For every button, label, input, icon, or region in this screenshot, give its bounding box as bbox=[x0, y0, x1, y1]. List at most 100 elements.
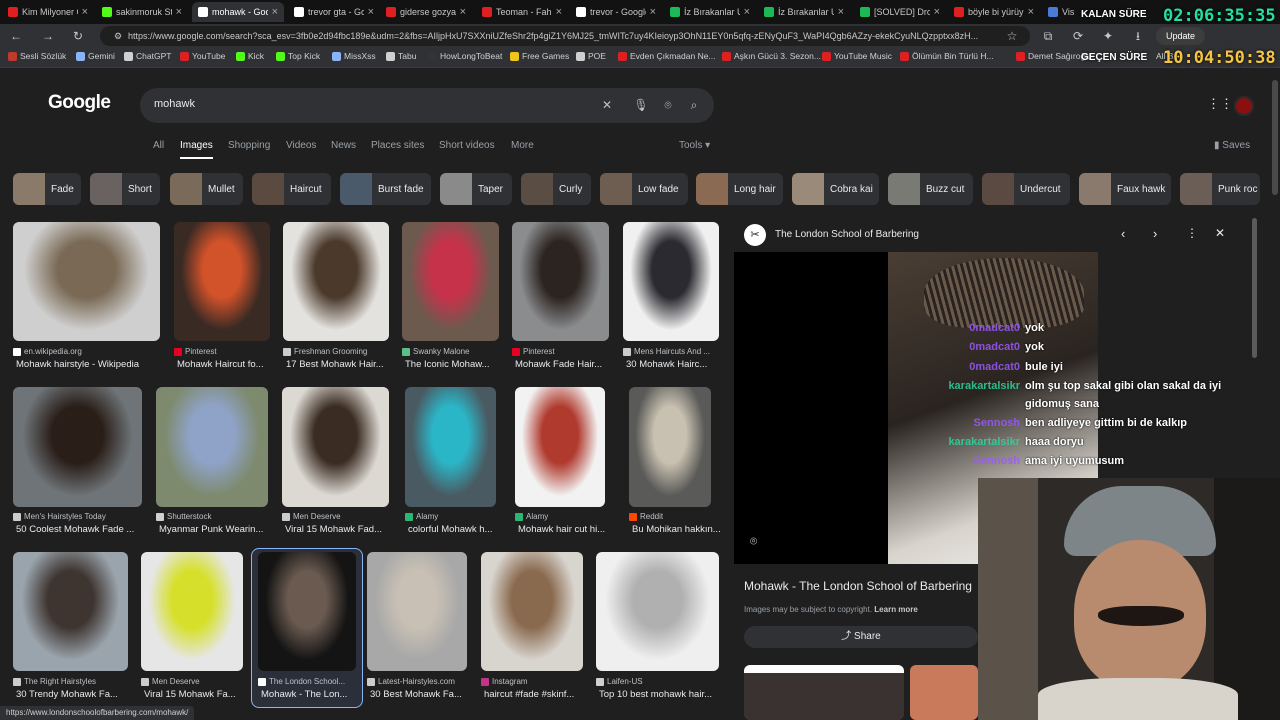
refinement-chip[interactable]: Cobra kai bbox=[792, 173, 879, 205]
browser-tab[interactable]: Kim Milyoner Olmak İster × bbox=[2, 2, 94, 22]
refinement-chip[interactable]: Buzz cut bbox=[888, 173, 973, 205]
result-source[interactable]: Men Deserve bbox=[141, 677, 257, 686]
bookmark-item[interactable]: Top Kick bbox=[276, 51, 320, 61]
result-source[interactable]: Reddit bbox=[629, 512, 725, 521]
update-button[interactable]: Update bbox=[1156, 27, 1206, 45]
back-icon[interactable]: ← bbox=[8, 28, 24, 44]
result-image[interactable] bbox=[13, 552, 128, 671]
filter-tab[interactable]: Videos bbox=[286, 140, 316, 151]
avatar[interactable] bbox=[1234, 96, 1254, 116]
google-lens-icon[interactable]: ⌾ bbox=[750, 534, 757, 549]
result-image[interactable] bbox=[515, 387, 605, 507]
result-source[interactable]: Mens Haircuts And ... bbox=[623, 347, 733, 356]
bookmark-item[interactable]: MissXss bbox=[332, 51, 376, 61]
result-image[interactable] bbox=[156, 387, 268, 507]
result-image[interactable] bbox=[623, 222, 719, 341]
bookmark-item[interactable]: Tabu bbox=[386, 51, 416, 61]
result-source[interactable]: Laifen-US bbox=[596, 677, 733, 686]
browser-tab[interactable]: [SOLVED] Droid × bbox=[854, 2, 946, 22]
tab-close-icon[interactable]: × bbox=[82, 6, 88, 18]
tab-close-icon[interactable]: × bbox=[1028, 6, 1034, 18]
bookmark-item[interactable]: Aşkın Gücü 3. Sezon... bbox=[722, 51, 821, 61]
microphone-icon[interactable]: 🎙 bbox=[633, 97, 649, 113]
result-source[interactable]: The London School... bbox=[258, 677, 370, 686]
refinement-chip[interactable]: Taper bbox=[440, 173, 512, 205]
result-image[interactable] bbox=[629, 387, 711, 507]
download-icon[interactable]: ⭳ bbox=[1130, 28, 1146, 44]
result-title[interactable]: Mohawk Haircut fo... bbox=[177, 359, 287, 370]
browser-tab[interactable]: sakinmoruk Stream × bbox=[96, 2, 188, 22]
result-image[interactable] bbox=[282, 387, 389, 507]
result-title[interactable]: 50 Coolest Mohawk Fade ... bbox=[16, 524, 159, 535]
share-button[interactable]: ⤴ Share bbox=[744, 626, 978, 648]
search-icon[interactable]: ⌕ bbox=[686, 97, 702, 113]
result-title[interactable]: The Iconic Mohaw... bbox=[405, 359, 516, 370]
result-title[interactable]: 17 Best Mohawk Hair... bbox=[286, 359, 406, 370]
bookmark-item[interactable]: HowLongToBeat bbox=[428, 51, 502, 61]
bookmark-star-icon[interactable]: ☆ bbox=[1004, 28, 1020, 44]
result-title[interactable]: colorful Mohawk h... bbox=[408, 524, 513, 535]
result-title[interactable]: Viral 15 Mohawk Fa... bbox=[144, 689, 260, 700]
browser-tab[interactable]: trevor - Google × bbox=[570, 2, 662, 22]
search-box[interactable]: mohawk ✕ 🎙 ⌾ ⌕ bbox=[140, 88, 714, 123]
tab-close-icon[interactable]: × bbox=[460, 6, 466, 18]
saves-button[interactable]: ▮ Saves bbox=[1214, 140, 1250, 151]
filter-tab[interactable]: News bbox=[331, 140, 356, 151]
browser-tab[interactable]: böyle bi yürüy × bbox=[948, 2, 1040, 22]
bookmark-item[interactable]: YouTube Music bbox=[822, 51, 892, 61]
related-image[interactable] bbox=[744, 665, 904, 720]
result-title[interactable]: 30 Trendy Mohawk Fa... bbox=[16, 689, 145, 700]
filter-tab[interactable]: Shopping bbox=[228, 140, 270, 151]
search-input[interactable]: mohawk bbox=[154, 98, 195, 110]
refinement-chip[interactable]: Mullet bbox=[170, 173, 243, 205]
filter-tab[interactable]: Places sites bbox=[371, 140, 424, 151]
result-source[interactable]: Alamy bbox=[405, 512, 510, 521]
result-source[interactable]: Latest-Hairstyles.com bbox=[367, 677, 481, 686]
result-source[interactable]: Men Deserve bbox=[282, 512, 403, 521]
tab-close-icon[interactable]: × bbox=[176, 6, 182, 18]
result-image[interactable] bbox=[512, 222, 609, 341]
tab-close-icon[interactable]: × bbox=[838, 6, 844, 18]
tab-close-icon[interactable]: × bbox=[934, 6, 940, 18]
result-source[interactable]: Men's Hairstyles Today bbox=[13, 512, 156, 521]
previous-icon[interactable]: ‹ bbox=[1121, 226, 1125, 241]
refinement-chip[interactable]: Burst fade bbox=[340, 173, 431, 205]
result-title[interactable]: Bu Mohikan hakkın... bbox=[632, 524, 728, 535]
result-title[interactable]: 30 Mohawk Hairc... bbox=[626, 359, 736, 370]
address-bar[interactable]: https://www.google.com/search?sca_esv=3f… bbox=[100, 26, 1030, 46]
refinement-chip[interactable]: Curly bbox=[521, 173, 591, 205]
result-title[interactable]: 30 Best Mohawk Fa... bbox=[370, 689, 484, 700]
result-source[interactable]: Instagram bbox=[481, 677, 597, 686]
bookmark-item[interactable]: Ölümün Bin Türlü H... bbox=[900, 51, 994, 61]
reload-icon[interactable]: ↻ bbox=[70, 28, 86, 44]
result-title[interactable]: Mohawk - The Lon... bbox=[261, 689, 373, 700]
result-title[interactable]: Mohawk Fade Hair... bbox=[515, 359, 626, 370]
browser-tab[interactable]: Visa bbox=[1042, 2, 1080, 22]
browser-tab[interactable]: mohawk - Google × bbox=[192, 2, 284, 22]
browser-tab[interactable]: trevor gta - Google × bbox=[288, 2, 380, 22]
result-source[interactable]: Freshman Grooming bbox=[283, 347, 403, 356]
result-title[interactable]: Viral 15 Mohawk Fad... bbox=[285, 524, 406, 535]
refinement-chip[interactable]: Punk roc bbox=[1180, 173, 1260, 205]
result-title[interactable]: Mohawk hair cut hi... bbox=[518, 524, 622, 535]
result-image[interactable] bbox=[481, 552, 583, 671]
result-image[interactable] bbox=[405, 387, 496, 507]
bookmark-item[interactable]: ChatGPT bbox=[124, 51, 171, 61]
browser-tab[interactable]: İz Bırakanlar Un × bbox=[664, 2, 756, 22]
result-image[interactable] bbox=[174, 222, 270, 341]
filter-tab[interactable]: Short videos bbox=[439, 140, 495, 151]
refinement-chip[interactable]: Undercut bbox=[982, 173, 1070, 205]
refinement-chip[interactable]: Short bbox=[90, 173, 160, 205]
result-title[interactable]: Myanmar Punk Wearin... bbox=[159, 524, 285, 535]
filter-tab[interactable]: Images bbox=[180, 140, 213, 159]
browser-tab[interactable]: Teoman - Fahişe × bbox=[476, 2, 568, 22]
result-image[interactable] bbox=[13, 387, 142, 507]
result-image[interactable] bbox=[283, 222, 389, 341]
learn-more-link[interactable]: Learn more bbox=[874, 605, 918, 614]
refinement-chip[interactable]: Fade bbox=[13, 173, 81, 205]
result-source[interactable]: Alamy bbox=[515, 512, 619, 521]
filter-tab[interactable]: More bbox=[511, 140, 534, 151]
forward-icon[interactable]: → bbox=[40, 28, 56, 44]
refinement-chip[interactable]: Haircut bbox=[252, 173, 331, 205]
bookmark-item[interactable]: Gemini bbox=[76, 51, 115, 61]
